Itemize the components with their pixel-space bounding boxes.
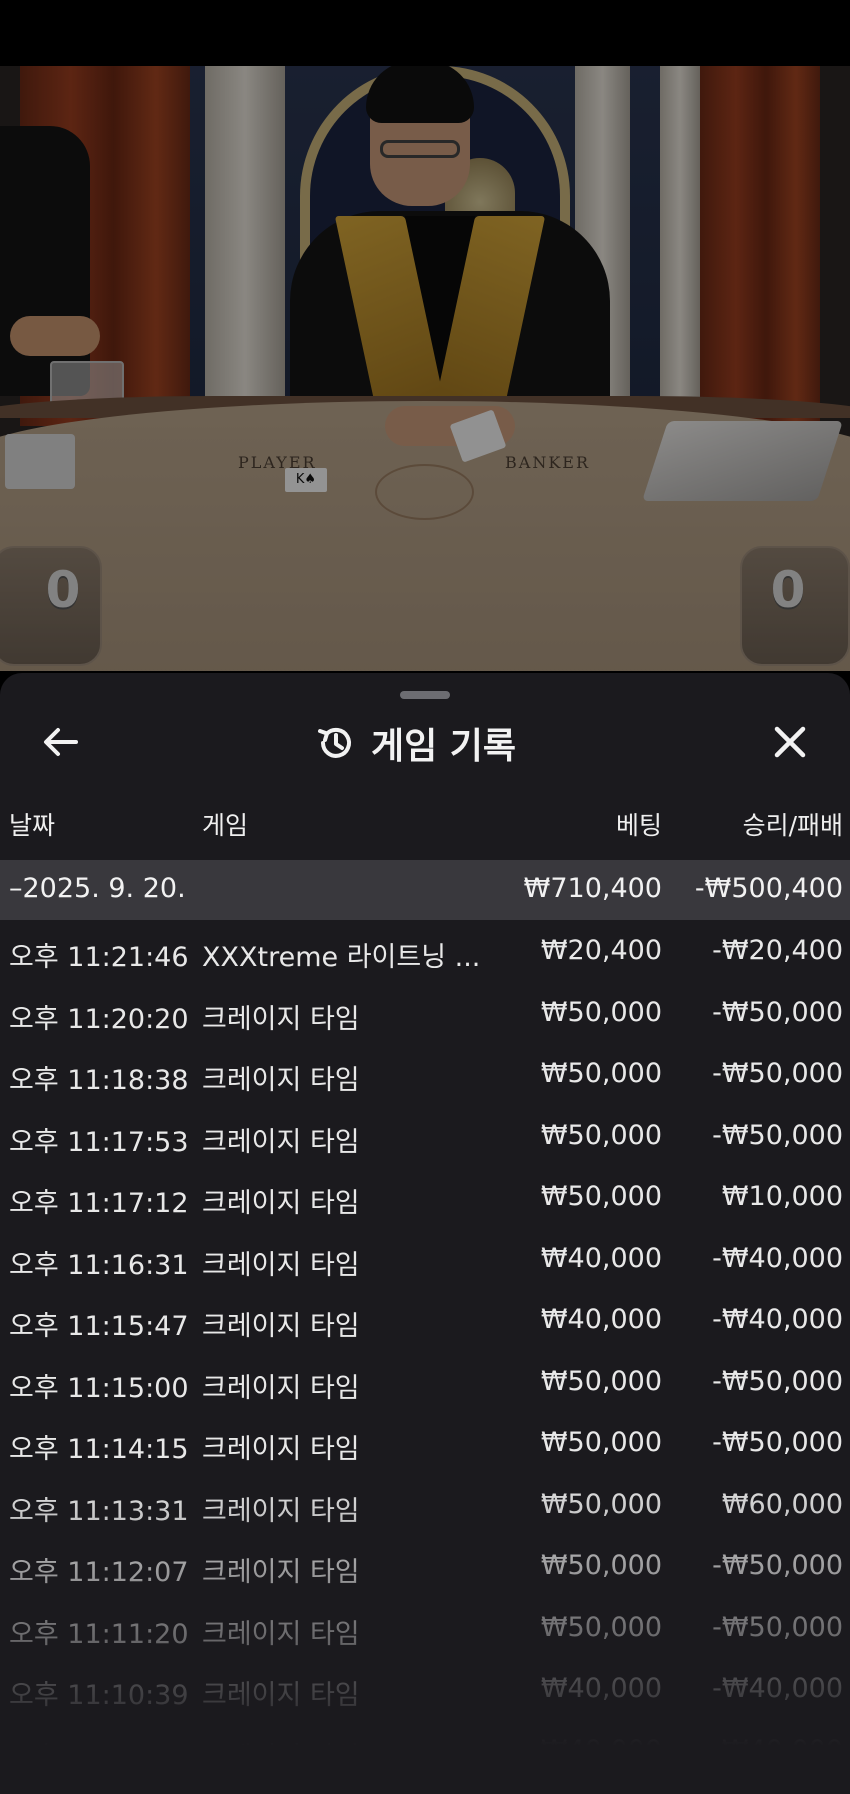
group-result-total: -₩500,400 (694, 873, 843, 904)
table-row[interactable]: 오후 11:17:53 크레이지 타임 ₩50,000 -₩50,000 (0, 1105, 850, 1167)
row-result: -₩50,000 (712, 1365, 843, 1397)
sheet-title: 게임 기록 (371, 726, 517, 767)
table-header: 날짜 게임 베팅 승리/패배 (0, 806, 850, 846)
row-result: -₩40,000 (712, 1304, 843, 1335)
row-result: -₩50,000 (712, 1611, 843, 1643)
row-game: 크레이지 타임 (202, 1188, 360, 1219)
row-time: 오후 11:17:12 (9, 1188, 189, 1219)
row-game: 크레이지 타임 (202, 1126, 360, 1158)
table-row[interactable]: 오후 11:09:58 크레이지 타임 ₩40,000 -₩40,000 (0, 1720, 850, 1782)
row-game: 크레이지 타임 (202, 1557, 360, 1588)
row-result: -₩50,000 (712, 1058, 843, 1089)
game-history-sheet: 게임 기록 날짜 게임 베팅 승리/패배 –2025. 9. 20. ₩710,… (0, 673, 850, 1794)
row-game: 크레이지 타임 (202, 1249, 360, 1281)
row-game: 크레이지 타임 (202, 1618, 360, 1650)
table-row[interactable]: 오후 11:15:47 크레이지 타임 ₩40,000 -₩40,000 (0, 1289, 850, 1351)
row-time: 오후 11:13:31 (9, 1495, 189, 1527)
row-bet: ₩40,000 (540, 1304, 662, 1335)
close-button[interactable] (765, 717, 815, 767)
row-time: 오후 11:20:20 (9, 1003, 189, 1035)
row-bet: ₩20,400 (540, 935, 662, 966)
table-row[interactable]: 오후 11:10:39 크레이지 타임 ₩40,000 -₩40,000 (0, 1658, 850, 1720)
row-game: 크레이지 타임 (202, 1434, 360, 1465)
date-group-row[interactable]: –2025. 9. 20. ₩710,400 -₩500,400 (0, 860, 850, 920)
row-time: 오후 11:09:58 (9, 1741, 189, 1773)
live-dealer-video: PLAYER BANKER K♠ 0 0 (0, 66, 850, 671)
row-time: 오후 11:18:38 (9, 1065, 189, 1096)
history-list: 오후 11:21:46 XXXtreme 라이트닝 ... ₩20,400 -₩20,… (0, 920, 850, 1781)
row-time: 오후 11:15:00 (9, 1372, 189, 1404)
row-result: ₩10,000 (721, 1181, 843, 1212)
row-time: 오후 11:10:39 (9, 1680, 189, 1711)
row-result: -₩50,000 (712, 1550, 843, 1581)
row-bet: ₩40,000 (540, 1242, 662, 1274)
row-result: -₩50,000 (712, 996, 843, 1028)
row-result: -₩50,000 (712, 1427, 843, 1458)
table-row[interactable]: 오후 11:13:31 크레이지 타임 ₩50,000 ₩60,000 (0, 1474, 850, 1536)
column-date: 날짜 (9, 811, 56, 840)
row-time: 오후 11:11:20 (9, 1618, 189, 1650)
row-bet: ₩50,000 (540, 1550, 662, 1581)
history-icon (318, 727, 351, 758)
row-result: -₩40,000 (712, 1242, 843, 1274)
arrow-left-icon (44, 728, 78, 756)
row-game: XXXtreme 라이트닝 ... (202, 942, 481, 973)
table-row[interactable]: 오후 11:16:31 크레이지 타임 ₩40,000 -₩40,000 (0, 1228, 850, 1290)
table-row[interactable]: 오후 11:14:15 크레이지 타임 ₩50,000 -₩50,000 (0, 1412, 850, 1474)
row-bet: ₩50,000 (540, 1611, 662, 1643)
column-game: 게임 (202, 811, 249, 840)
row-result: -₩40,000 (712, 1734, 843, 1766)
row-game: 크레이지 타임 (202, 1003, 360, 1035)
row-game: 크레이지 타임 (202, 1495, 360, 1527)
row-result: -₩20,400 (712, 935, 843, 966)
row-game: 크레이지 타임 (202, 1680, 360, 1711)
row-bet: ₩50,000 (540, 1058, 662, 1089)
row-time: 오후 11:17:53 (9, 1126, 189, 1158)
row-bet: ₩50,000 (540, 1365, 662, 1397)
sheet-header: 게임 기록 (315, 718, 516, 768)
row-game: 크레이지 타임 (202, 1372, 360, 1404)
column-result: 승리/패배 (742, 811, 843, 840)
row-bet: ₩50,000 (540, 1181, 662, 1212)
table-row[interactable]: 오후 11:15:00 크레이지 타임 ₩50,000 -₩50,000 (0, 1351, 850, 1413)
row-game: 크레이지 타임 (202, 1065, 360, 1096)
table-row[interactable]: 오후 11:17:12 크레이지 타임 ₩50,000 ₩10,000 (0, 1166, 850, 1228)
row-time: 오후 11:21:46 (9, 942, 189, 973)
row-bet: ₩50,000 (540, 1488, 662, 1520)
video-dim-overlay (0, 66, 850, 671)
row-time: 오후 11:12:07 (9, 1557, 189, 1588)
group-bet-total: ₩710,400 (523, 873, 662, 904)
back-button[interactable] (36, 717, 86, 767)
row-result: -₩50,000 (712, 1119, 843, 1151)
row-time: 오후 11:16:31 (9, 1249, 189, 1281)
row-bet: ₩50,000 (540, 996, 662, 1028)
row-bet: ₩40,000 (540, 1734, 662, 1766)
row-time: 오후 11:15:47 (9, 1311, 189, 1342)
row-game: 크레이지 타임 (202, 1311, 360, 1342)
row-result: -₩40,000 (712, 1673, 843, 1704)
row-bet: ₩50,000 (540, 1427, 662, 1458)
drag-handle[interactable] (400, 691, 450, 699)
close-icon (774, 726, 806, 758)
row-result: ₩60,000 (721, 1488, 843, 1520)
row-game: 크레이지 타임 (202, 1741, 360, 1773)
table-row[interactable]: 오후 11:21:46 XXXtreme 라이트닝 ... ₩20,400 -₩20,… (0, 920, 850, 982)
column-bet: 베팅 (615, 811, 662, 840)
table-row[interactable]: 오후 11:20:20 크레이지 타임 ₩50,000 -₩50,000 (0, 982, 850, 1044)
row-bet: ₩50,000 (540, 1119, 662, 1151)
row-time: 오후 11:14:15 (9, 1434, 189, 1465)
table-row[interactable]: 오후 11:11:20 크레이지 타임 ₩50,000 -₩50,000 (0, 1597, 850, 1659)
row-bet: ₩40,000 (540, 1673, 662, 1704)
status-bar (0, 0, 850, 66)
table-row[interactable]: 오후 11:18:38 크레이지 타임 ₩50,000 -₩50,000 (0, 1043, 850, 1105)
group-date: –2025. 9. 20. (9, 873, 186, 904)
table-row[interactable]: 오후 11:12:07 크레이지 타임 ₩50,000 -₩50,000 (0, 1535, 850, 1597)
